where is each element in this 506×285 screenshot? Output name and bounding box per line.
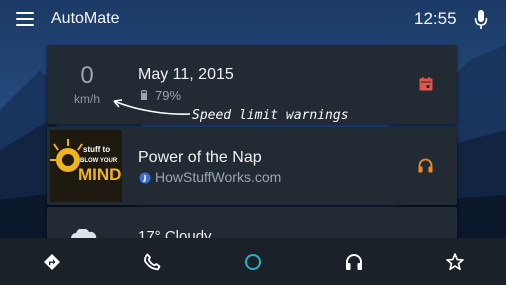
phone-icon[interactable] <box>142 252 162 272</box>
home-circle-icon[interactable] <box>243 252 263 272</box>
source-badge-icon <box>139 172 151 184</box>
menu-icon[interactable] <box>16 12 34 26</box>
svg-text:BLOW YOUR: BLOW YOUR <box>80 158 118 164</box>
bottom-navbar <box>0 238 506 285</box>
podcast-card[interactable]: stuff to BLOW YOUR MIND Power of the Nap… <box>47 127 457 205</box>
top-bar: AutoMate 12:55 <box>0 0 506 38</box>
date-text: May 11, 2015 <box>138 66 234 83</box>
headphones-icon[interactable] <box>418 158 433 173</box>
svg-text:MIND: MIND <box>78 165 121 184</box>
star-icon[interactable] <box>445 252 465 272</box>
svg-text:stuff to: stuff to <box>83 145 110 154</box>
microphone-icon[interactable] <box>474 10 488 30</box>
calendar-icon[interactable] <box>419 77 433 91</box>
speed-value: 0 <box>80 62 94 89</box>
podcast-title: Power of the Nap <box>138 149 262 166</box>
navigation-icon[interactable] <box>42 252 62 272</box>
podcast-artwork: stuff to BLOW YOUR MIND <box>50 130 122 202</box>
clock: 12:55 <box>414 9 457 28</box>
weather-card[interactable]: 17° Cloudy <box>47 207 457 241</box>
podcast-artwork-image: stuff to BLOW YOUR MIND <box>50 130 122 202</box>
podcast-source: HowStuffWorks.com <box>155 169 282 185</box>
annotation-label: Speed limit warnings <box>192 108 349 123</box>
headphones-nav-icon[interactable] <box>344 252 364 272</box>
annotation-arrow-icon <box>113 99 191 115</box>
app-title: AutoMate <box>51 10 120 27</box>
